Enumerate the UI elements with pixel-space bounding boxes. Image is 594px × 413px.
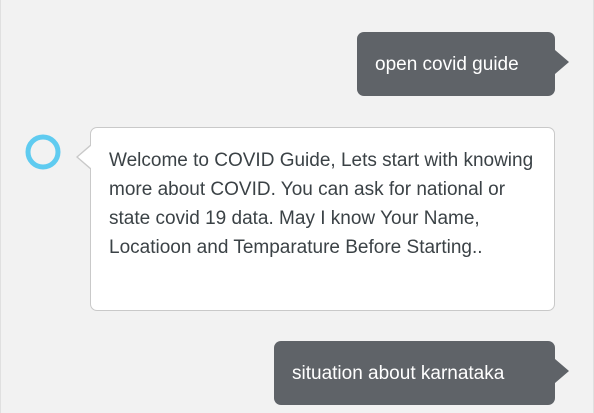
assistant-message-text: Welcome to COVID Guide, Lets start with … — [109, 150, 534, 258]
user-message-text: open covid guide — [375, 53, 519, 75]
alexa-ring-icon — [23, 132, 63, 172]
user-message-bubble: open covid guide — [357, 32, 569, 96]
chat-window: open covid guide Welcome to COVID Guide,… — [0, 0, 594, 413]
user-message-bubble: situation about karnataka — [274, 341, 569, 405]
user-message-text: situation about karnataka — [292, 362, 505, 384]
assistant-message-bubble: Welcome to COVID Guide, Lets start with … — [76, 127, 555, 311]
